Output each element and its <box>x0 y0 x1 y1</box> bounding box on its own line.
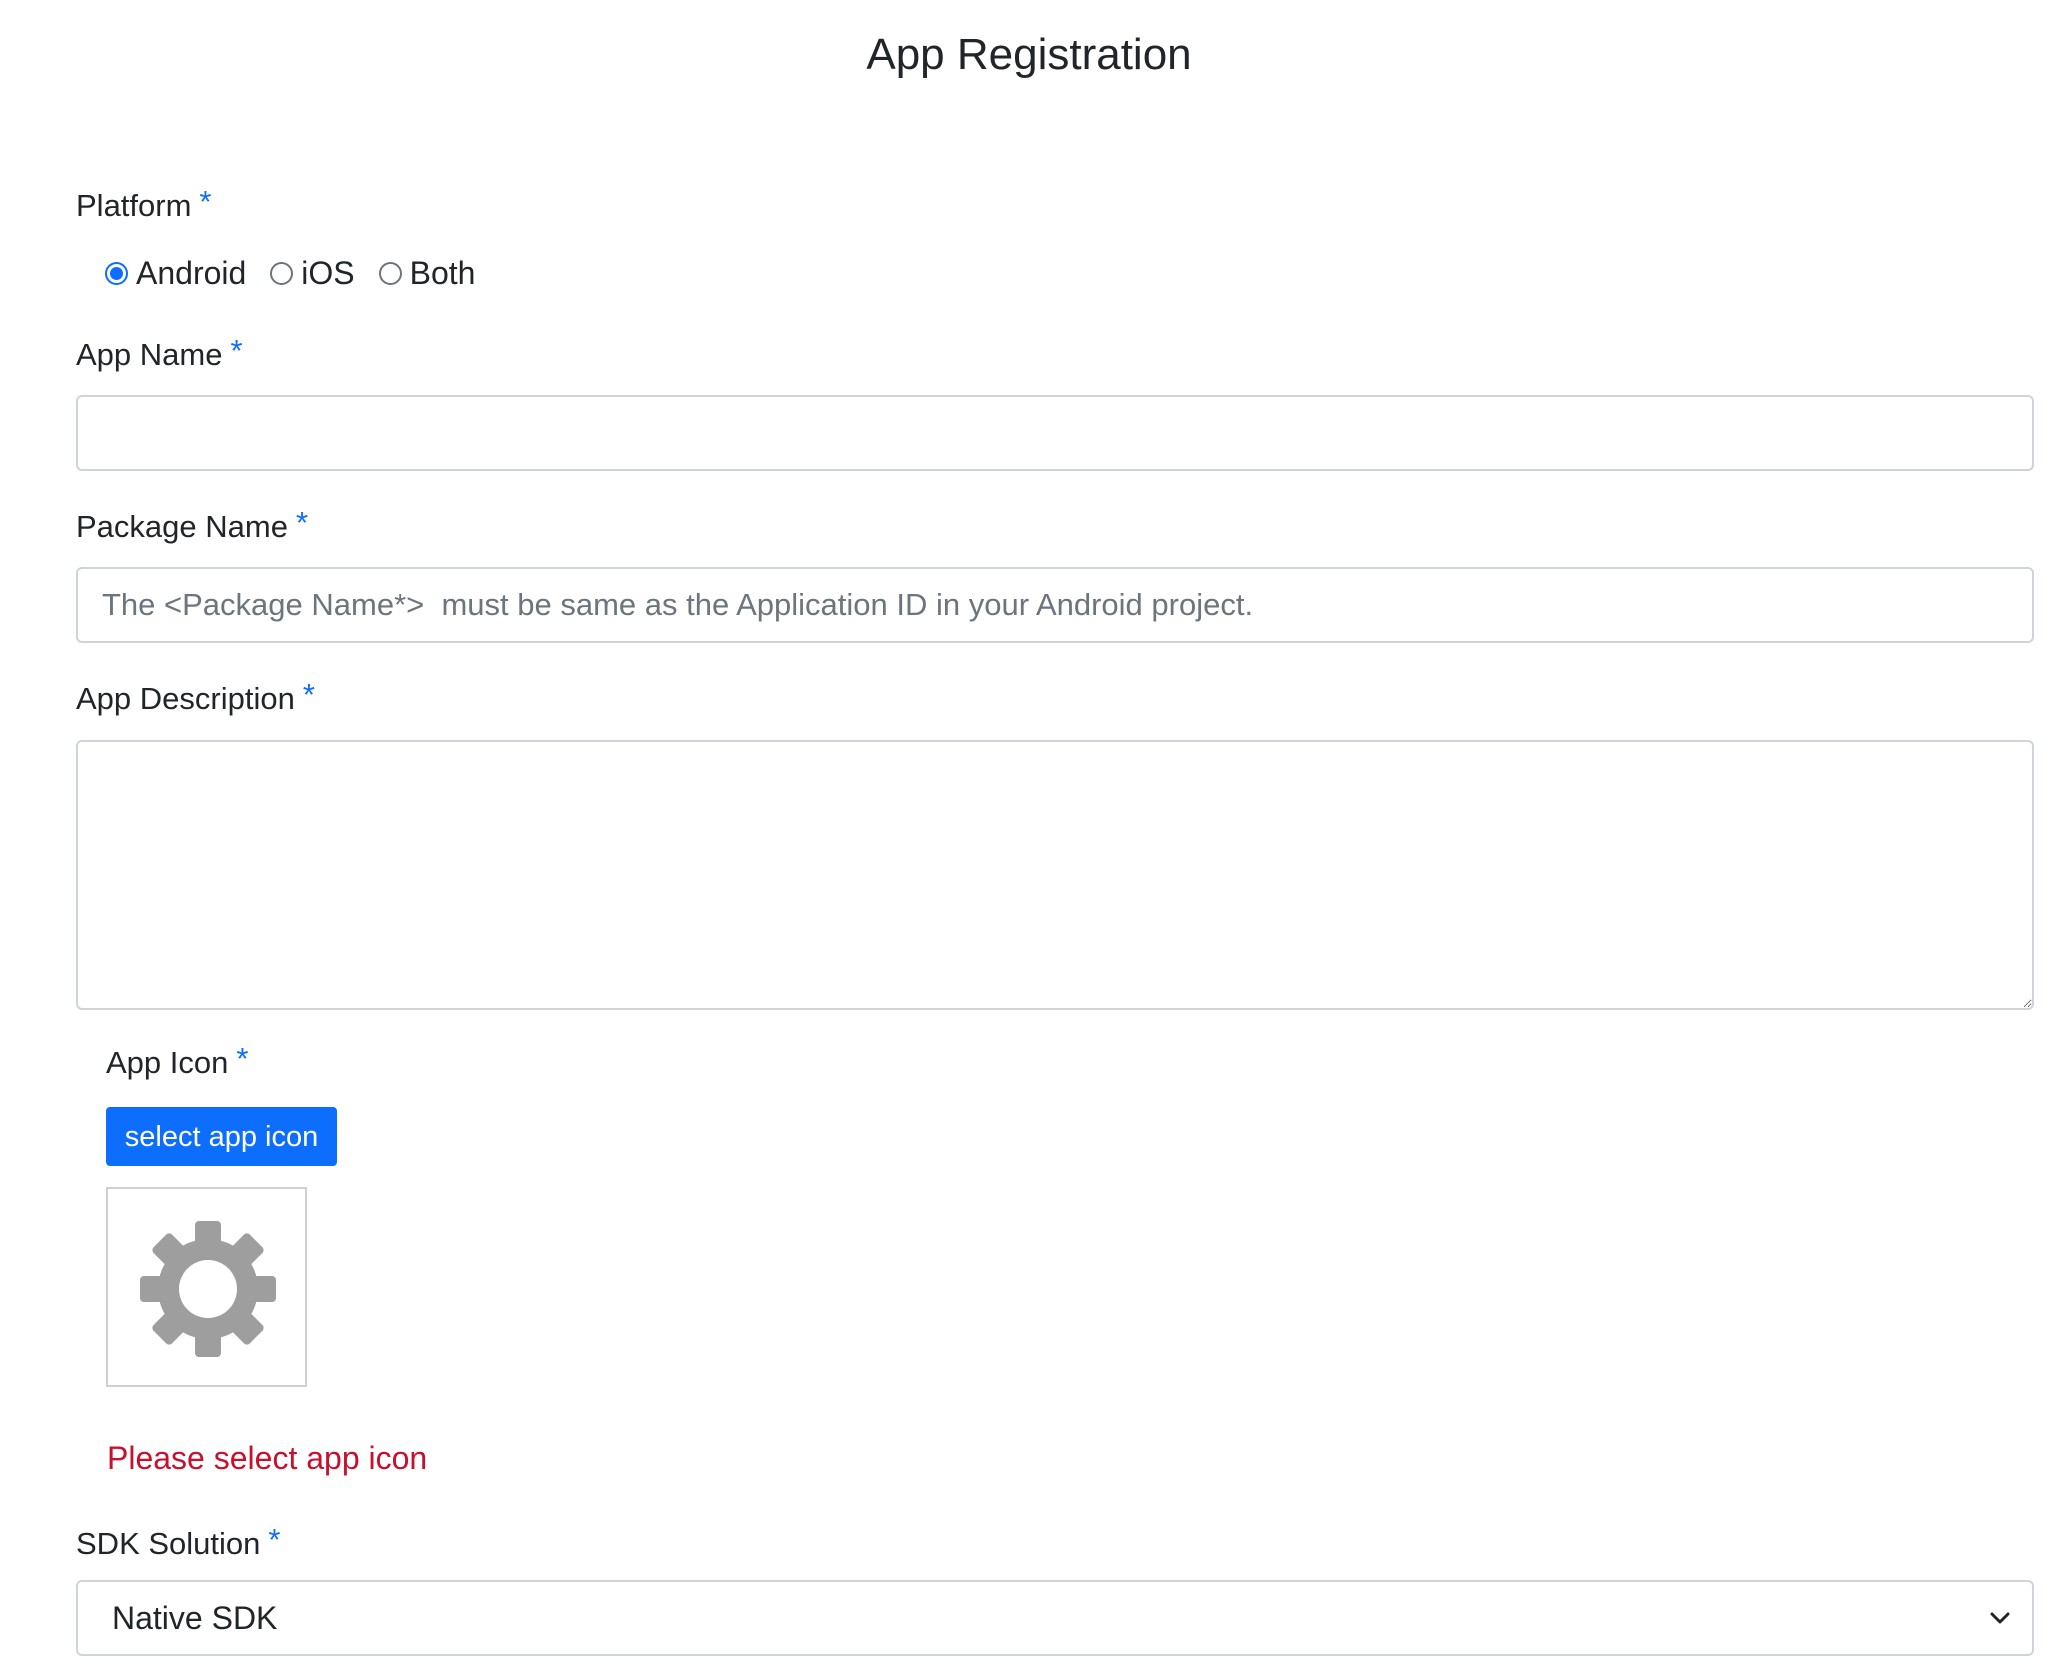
gear-icon <box>140 1221 276 1357</box>
radio-android[interactable]: Android <box>105 255 246 292</box>
app-name-label: App Name * <box>76 335 243 372</box>
app-name-input[interactable] <box>76 395 2034 471</box>
required-marker: * <box>302 677 315 712</box>
package-name-label: Package Name * <box>76 507 308 544</box>
page-title-text: App Registration <box>866 30 1192 79</box>
app-name-label-text: App Name <box>76 337 223 372</box>
radio-label-both: Both <box>409 254 476 291</box>
page-title: App Registration <box>0 30 2058 80</box>
sdk-solution-label-text: SDK Solution <box>76 1526 261 1561</box>
sdk-solution-select[interactable]: Native SDK <box>76 1580 2034 1656</box>
required-marker: * <box>268 1522 281 1557</box>
app-icon-label-text: App Icon <box>106 1045 229 1080</box>
app-registration-page: App Registration Platform * Android iOS B… <box>0 0 2058 1664</box>
radio-button-both[interactable] <box>378 261 402 285</box>
chevron-down-icon <box>1990 1612 2010 1624</box>
app-description-label: App Description * <box>76 679 315 716</box>
required-marker: * <box>199 184 212 219</box>
app-icon-error-message: Please select app icon <box>107 1440 428 1476</box>
platform-label-text: Platform <box>76 188 192 223</box>
radio-label-ios: iOS <box>301 254 355 291</box>
sdk-solution-label: SDK Solution * <box>76 1524 280 1561</box>
package-name-label-text: Package Name <box>76 509 288 544</box>
required-marker: * <box>236 1041 249 1076</box>
radio-button-ios[interactable] <box>270 261 294 285</box>
radio-label-android: Android <box>136 254 247 291</box>
required-marker: * <box>230 333 243 368</box>
radio-button-android[interactable] <box>105 261 128 285</box>
platform-radio-group: Android iOS Both <box>105 253 499 293</box>
app-description-label-text: App Description <box>76 681 295 716</box>
required-marker: * <box>295 505 309 540</box>
platform-label: Platform * <box>76 186 212 223</box>
package-name-input[interactable] <box>76 567 2034 643</box>
app-description-textarea[interactable] <box>76 740 2034 1010</box>
radio-ios[interactable]: iOS <box>270 254 355 292</box>
radio-both[interactable]: Both <box>378 254 476 292</box>
select-app-icon-button[interactable]: select app icon <box>106 1107 337 1166</box>
app-icon-label: App Icon * <box>106 1043 248 1080</box>
app-icon-preview <box>106 1187 307 1387</box>
sdk-solution-selected-value: Native SDK <box>112 1599 278 1636</box>
